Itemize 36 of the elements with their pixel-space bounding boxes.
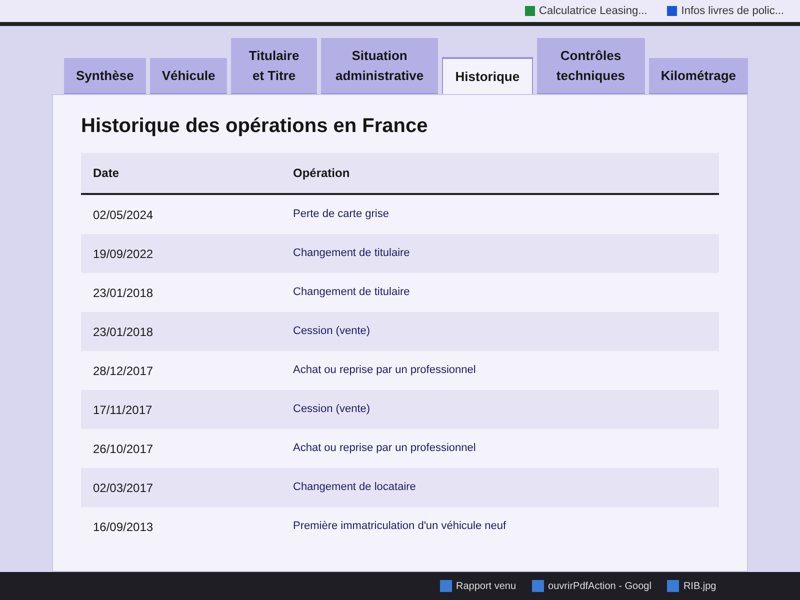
- operation-cell-text: Cession (vente): [292, 324, 372, 340]
- taskbar-item[interactable]: ouvrirPdfAction - Googl: [532, 578, 652, 594]
- date-cell-text: 02/03/2017: [92, 480, 154, 496]
- date-cell-text: 17/11/2017: [92, 402, 154, 418]
- operation-cell-text: Achat ou reprise par un professionnel: [292, 441, 477, 456]
- section-title: Historique des opérations en France: [81, 114, 429, 139]
- operation-cell-text: Changement de titulaire: [292, 285, 411, 300]
- tab[interactable]: Synthèse: [64, 58, 146, 94]
- tab[interactable]: Kilométrage: [648, 58, 748, 94]
- date-cell-text: 02/05/2024: [92, 206, 154, 224]
- operation-cell-text: Première immatriculation d'un véhicule neuf: [292, 519, 508, 534]
- bookmark-link[interactable]: Infos livres de polic...: [667, 2, 784, 20]
- tab[interactable]: Historique: [442, 56, 533, 94]
- operation-cell-text: Changement de titulaire: [292, 246, 411, 262]
- app-icon: [532, 580, 544, 592]
- column-header: Date: [92, 165, 120, 182]
- operation-cell-text: Changement de locataire: [292, 480, 417, 496]
- app-icon: [667, 580, 680, 592]
- tab[interactable]: Titulaire et Titre: [231, 38, 317, 94]
- bookmark-link[interactable]: Calculatrice Leasing...: [525, 2, 648, 20]
- date-cell-text: 23/01/2018: [92, 284, 154, 302]
- app-icon: [440, 580, 452, 592]
- taskbar-item[interactable]: RIB.jpg: [667, 578, 716, 594]
- tab[interactable]: Véhicule: [150, 58, 228, 94]
- tab[interactable]: Contrôles techniques: [536, 38, 645, 94]
- date-cell-text: 28/12/2017: [92, 362, 154, 380]
- operation-cell-text: Perte de carte grise: [292, 207, 390, 222]
- date-cell-text: 26/10/2017: [92, 440, 154, 458]
- date-cell-text: 23/01/2018: [92, 324, 154, 340]
- tab[interactable]: Situation administrative: [320, 38, 438, 94]
- date-cell-text: 16/09/2013: [92, 518, 154, 536]
- column-header: Opération: [292, 165, 351, 182]
- operation-cell-text: Achat ou reprise par un professionnel: [292, 363, 477, 378]
- taskbar-item[interactable]: Rapport venu: [440, 578, 516, 594]
- operation-cell-text: Cession (vente): [292, 402, 372, 418]
- date-cell-text: 19/09/2022: [92, 246, 154, 262]
